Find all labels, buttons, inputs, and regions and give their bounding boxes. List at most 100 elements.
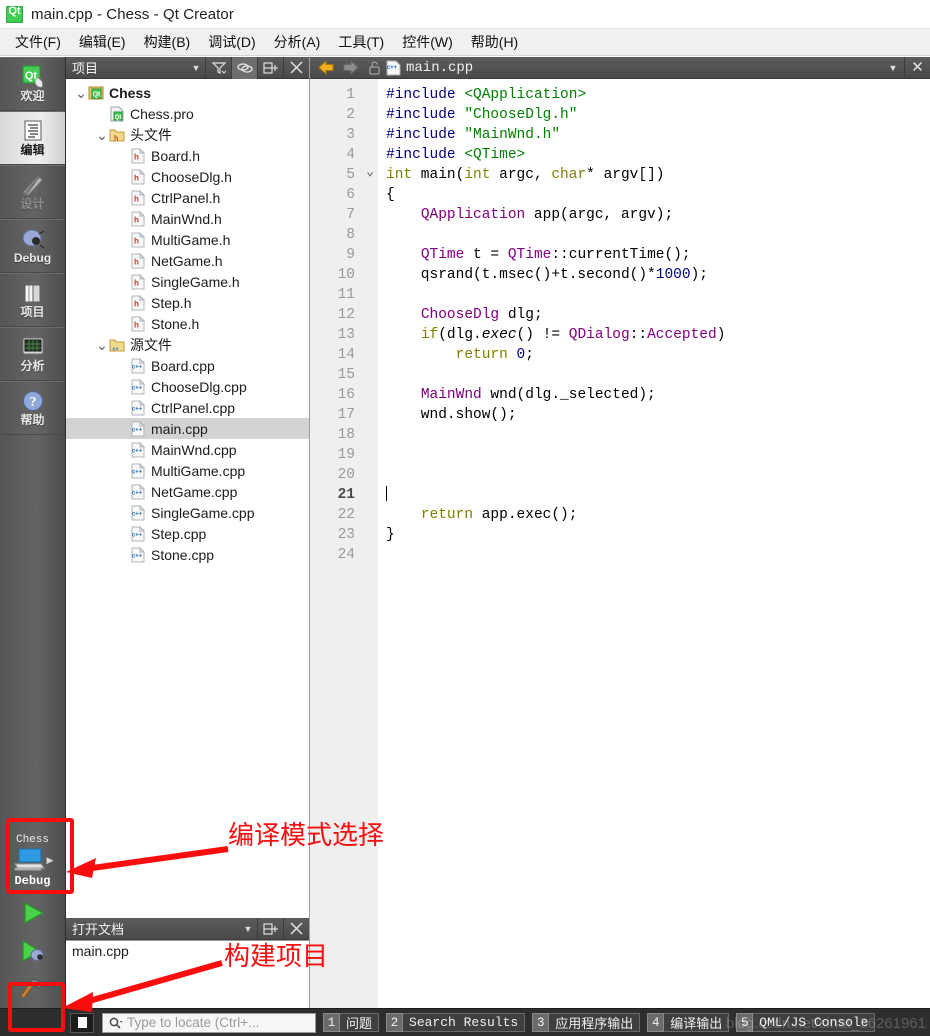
tree-item--[interactable]: ⌄ h 头文件 xyxy=(66,124,309,145)
sidebar-toggle-icon[interactable] xyxy=(70,1012,94,1033)
tree-item-chess-pro[interactable]: Qt Chess.pro xyxy=(66,103,309,124)
menu-item-analyze[interactable]: 分析(A) xyxy=(265,29,330,55)
menu-item-help[interactable]: 帮助(H) xyxy=(462,29,527,55)
project-tree[interactable]: ⌄ Qt Chess Qt Chess.pro ⌄ h 头文件 h Board.h h ChooseD… xyxy=(66,79,309,918)
code-line[interactable]: return 0; xyxy=(386,345,930,365)
output-pane-button-4[interactable]: 4 编译输出 xyxy=(647,1013,730,1032)
link-sync-icon[interactable] xyxy=(231,56,257,79)
build-project-button[interactable] xyxy=(0,970,65,1008)
code-line[interactable] xyxy=(386,365,930,385)
cpp-file-icon: c++ xyxy=(131,378,146,394)
opendocs-close-icon[interactable] xyxy=(283,917,309,940)
code-line[interactable]: #include "MainWnd.h" xyxy=(386,125,930,145)
chevron-down-icon[interactable]: ⌄ xyxy=(95,338,109,352)
project-dock-close-icon[interactable] xyxy=(283,56,309,79)
tree-item-multigame-cpp[interactable]: c++ MultiGame.cpp xyxy=(66,460,309,481)
tree-item-stone-h[interactable]: h Stone.h xyxy=(66,313,309,334)
code-line[interactable] xyxy=(386,465,930,485)
code-token-txt: ) xyxy=(716,327,726,343)
code-line[interactable] xyxy=(386,425,930,445)
tree-item-step-h[interactable]: h Step.h xyxy=(66,292,309,313)
mode-button-projects[interactable]: 项目 xyxy=(0,273,65,327)
menu-item-tools[interactable]: 工具(T) xyxy=(329,29,393,55)
debug-run-button[interactable] xyxy=(0,932,65,970)
output-pane-button-3[interactable]: 3 应用程序输出 xyxy=(532,1013,641,1032)
tree-item--[interactable]: ⌄ c+ 源文件 xyxy=(66,334,309,355)
opendocs-split-icon[interactable] xyxy=(257,917,283,940)
tree-item-singlegame-h[interactable]: h SingleGame.h xyxy=(66,271,309,292)
code-line[interactable]: #include <QTime> xyxy=(386,145,930,165)
tree-item-ctrlpanel-h[interactable]: h CtrlPanel.h xyxy=(66,187,309,208)
menu-item-edit[interactable]: 编辑(E) xyxy=(70,29,135,55)
output-pane-button-5[interactable]: 5 QML/JS Console xyxy=(736,1013,876,1032)
chevron-down-icon[interactable]: ⌄ xyxy=(95,128,109,142)
run-button[interactable] xyxy=(0,894,65,932)
code-line[interactable]: ChooseDlg dlg; xyxy=(386,305,930,325)
tree-item-mainwnd-cpp[interactable]: c++ MainWnd.cpp xyxy=(66,439,309,460)
opendocs-chevron-down-icon[interactable]: ▼ xyxy=(239,924,257,934)
tree-item-choosedlg-cpp[interactable]: c++ ChooseDlg.cpp xyxy=(66,376,309,397)
mode-button-edit[interactable]: 编辑 xyxy=(0,111,65,165)
chevron-down-icon[interactable]: ⌄ xyxy=(74,86,88,100)
tree-item-step-cpp[interactable]: c++ Step.cpp xyxy=(66,523,309,544)
tree-item-netgame-cpp[interactable]: c++ NetGame.cpp xyxy=(66,481,309,502)
tree-item-stone-cpp[interactable]: c++ Stone.cpp xyxy=(66,544,309,565)
code-line[interactable]: MainWnd wnd(dlg._selected); xyxy=(386,385,930,405)
tree-item-board-cpp[interactable]: c++ Board.cpp xyxy=(66,355,309,376)
code-line[interactable]: int main(int argc, char* argv[]) xyxy=(386,165,930,185)
kit-selector-button[interactable]: Chess ▶ Debug xyxy=(0,830,65,894)
search-input[interactable]: Type to locate (Ctrl+... xyxy=(102,1012,316,1033)
code-editor[interactable]: 1 2 3 4 5 6 7 8 9 10 11 12 13 14 15 16 17 18 19 20 21 22 23 24 … xyxy=(310,79,930,1008)
code-line[interactable] xyxy=(386,225,930,245)
menu-item-build[interactable]: 构建(B) xyxy=(135,29,200,55)
tree-item-mainwnd-h[interactable]: h MainWnd.h xyxy=(66,208,309,229)
menu-item-window[interactable]: 控件(W) xyxy=(393,29,462,55)
split-icon[interactable] xyxy=(257,56,283,79)
unlocked-padlock-icon[interactable] xyxy=(362,57,386,79)
code-token-txt: } xyxy=(386,527,395,543)
code-line[interactable] xyxy=(386,285,930,305)
tree-item-main-cpp[interactable]: c++ main.cpp xyxy=(66,418,309,439)
menu-item-debug[interactable]: 调试(D) xyxy=(199,29,264,55)
project-dock-chevron-down-icon[interactable]: ▼ xyxy=(187,63,205,73)
editor-chevron-down-icon[interactable]: ▼ xyxy=(882,63,904,73)
filter-icon[interactable] xyxy=(205,56,231,79)
tree-item-multigame-h[interactable]: h MultiGame.h xyxy=(66,229,309,250)
code-line[interactable] xyxy=(386,545,930,565)
code-folding-column[interactable]: ⌄ xyxy=(362,79,378,1008)
open-document-item[interactable]: main.cpp xyxy=(66,941,309,959)
h-file-icon: h xyxy=(131,315,146,331)
open-documents-list[interactable]: main.cpp xyxy=(66,940,309,1008)
code-line[interactable] xyxy=(386,445,930,465)
mode-button-welcome[interactable]: Qt 欢迎 xyxy=(0,57,65,111)
output-pane-button-1[interactable]: 1 问题 xyxy=(323,1013,380,1032)
fold-chevron-down-icon[interactable]: ⌄ xyxy=(362,165,378,185)
code-line[interactable]: wnd.show(); xyxy=(386,405,930,425)
editor-file-selector[interactable]: c++ main.cpp xyxy=(386,60,882,76)
code-line[interactable] xyxy=(386,485,930,505)
code-line[interactable]: return app.exec(); xyxy=(386,505,930,525)
code-line[interactable]: QApplication app(argc, argv); xyxy=(386,205,930,225)
code-line[interactable]: { xyxy=(386,185,930,205)
code-line[interactable]: qsrand(t.msec()+t.second()*1000); xyxy=(386,265,930,285)
tree-item-ctrlpanel-cpp[interactable]: c++ CtrlPanel.cpp xyxy=(66,397,309,418)
tree-item-choosedlg-h[interactable]: h ChooseDlg.h xyxy=(66,166,309,187)
mode-button-debug[interactable]: Debug xyxy=(0,219,65,273)
tree-item-chess[interactable]: ⌄ Qt Chess xyxy=(66,82,309,103)
code-line[interactable]: QTime t = QTime::currentTime(); xyxy=(386,245,930,265)
code-line[interactable]: if(dlg.exec() != QDialog::Accepted) xyxy=(386,325,930,345)
code-line[interactable]: } xyxy=(386,525,930,545)
menu-item-file[interactable]: 文件(F) xyxy=(6,29,70,55)
code-line[interactable]: #include <QApplication> xyxy=(386,85,930,105)
tree-item-board-h[interactable]: h Board.h xyxy=(66,145,309,166)
mode-button-analyze[interactable]: 分析 xyxy=(0,327,65,381)
code-text-area[interactable]: #include <QApplication> #include "ChooseD… xyxy=(378,79,930,1008)
tree-item-singlegame-cpp[interactable]: c++ SingleGame.cpp xyxy=(66,502,309,523)
mode-button-help[interactable]: ? 帮助 xyxy=(0,381,65,435)
code-line[interactable]: #include "ChooseDlg.h" xyxy=(386,105,930,125)
arrow-left-icon[interactable] xyxy=(314,57,338,79)
output-pane-button-2[interactable]: 2 Search Results xyxy=(386,1013,526,1032)
tree-item-netgame-h[interactable]: h NetGame.h xyxy=(66,250,309,271)
editor-close-icon[interactable]: ✕ xyxy=(904,56,930,79)
